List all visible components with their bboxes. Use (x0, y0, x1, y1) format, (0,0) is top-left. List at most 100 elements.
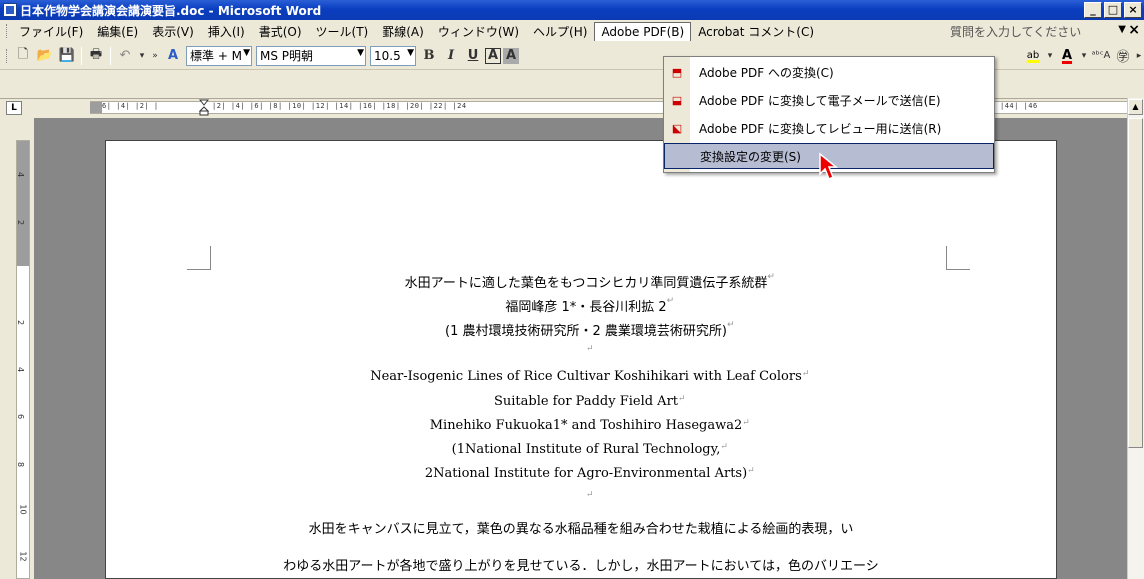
undo-dropdown-icon[interactable]: ▾ (137, 46, 147, 66)
font-color-icon[interactable]: A (1057, 46, 1077, 66)
char-shading-button[interactable]: A (503, 47, 519, 64)
styles-pane-icon[interactable]: A (163, 46, 183, 66)
doc-body-line-1[interactable]: 水田をキャンバスに見立て，葉色の異なる水稲品種を組み合わせた栽植による絵画的表現… (105, 518, 1057, 537)
help-question-input[interactable]: 質問を入力してください (946, 21, 1116, 39)
font-value: MS P明朝 (260, 49, 314, 63)
menu-item-convert-pdf[interactable]: ⬒ Adobe PDF への変換(C) (664, 59, 994, 85)
doc-authors-jp[interactable]: 福岡峰彦 1*・長谷川利拡 2 ↵ (105, 296, 1057, 315)
doc-body-line-2[interactable]: わゆる水田アートが各地で盛り上がりを見せている．しかし，水田アートにおいては，色… (105, 555, 1057, 574)
pdf-mail-icon: ⬓ (671, 93, 683, 107)
word-doc-icon (3, 3, 17, 17)
pdf-icon: ⬒ (671, 65, 683, 79)
undo-icon[interactable]: ↶ (115, 46, 135, 66)
paragraph-mark: ↵ (666, 296, 675, 306)
tab-selector[interactable]: L (6, 101, 22, 115)
vruler-label: 8 (16, 461, 26, 468)
vruler-label: 2 (16, 219, 26, 226)
menu-edit[interactable]: 編集(E) (90, 20, 145, 43)
toolbar-options-icon[interactable]: ▸ (1135, 46, 1143, 66)
menu-window[interactable]: ウィンドウ(W) (431, 20, 526, 43)
font-combo[interactable]: MS P明朝 ▼ (256, 45, 366, 66)
ruler-ticks-left: 6| |4| |2| | (102, 102, 159, 110)
menu-item-convert-review[interactable]: ⬕ Adobe PDF に変換してレビュー用に送信(R) (664, 115, 994, 141)
save-icon[interactable]: 💾 (57, 46, 77, 66)
italic-button[interactable]: I (441, 46, 461, 66)
style-combo[interactable]: 標準 + M ▼ (186, 45, 252, 66)
print-icon[interactable]: 🖶 (86, 46, 106, 66)
menu-format[interactable]: 書式(O) (252, 20, 309, 43)
vruler-label: 10 (18, 504, 28, 515)
vruler-label: 6 (16, 413, 26, 420)
vruler-label: 2 (16, 319, 26, 326)
font-size-value: 10.5 (374, 48, 401, 63)
bold-button[interactable]: B (419, 46, 439, 66)
doc-title-en-1[interactable]: Near-Isogenic Lines of Rice Cultivar Kos… (105, 369, 1057, 384)
paragraph-mark: ↵ (742, 418, 750, 428)
ruler-ticks-main: |2| |4| |6| |8| |10| |12| |14| |16| |18|… (212, 102, 467, 110)
doc-title-en-2[interactable]: Suitable for Paddy Field Art ↵ (105, 394, 1057, 409)
minimize-button[interactable]: _ (1084, 2, 1102, 18)
doc-affil-jp[interactable]: (1 農村環境技術研究所・2 農業環境芸術研究所) ↵ (105, 320, 1057, 339)
close-button[interactable]: × (1124, 2, 1142, 18)
menu-item-label: 変換設定の変更(S) (700, 149, 801, 164)
chevron-down-icon[interactable]: ▾ (1079, 46, 1089, 66)
ruler-ticks-right: |44| |46 (1000, 102, 1038, 110)
crop-mark-top-right (946, 246, 970, 270)
chevron-down-icon[interactable]: ▾ (1045, 46, 1055, 66)
doc-affil-en-2[interactable]: 2National Institute for Agro-Environment… (105, 466, 1057, 481)
new-document-icon[interactable]: 🗋 (13, 46, 33, 66)
phonetic-guide-icon[interactable]: ᵃᵇᶜA (1091, 46, 1111, 66)
menu-acrobat-comment[interactable]: Acrobat コメント(C) (691, 20, 821, 43)
open-folder-icon[interactable]: 📂 (35, 46, 55, 66)
menu-view[interactable]: 表示(V) (145, 20, 201, 43)
char-border-button[interactable]: A (485, 47, 501, 64)
menu-file[interactable]: ファイル(F) (12, 20, 90, 43)
doc-affil-en-1[interactable]: (1National Institute of Rural Technology… (105, 442, 1057, 457)
menu-tools[interactable]: ツール(T) (309, 20, 376, 43)
toolbar-separator (110, 46, 111, 65)
menu-item-convert-email[interactable]: ⬓ Adobe PDF に変換して電子メールで送信(E) (664, 87, 994, 113)
indent-marker-icon[interactable] (199, 99, 209, 116)
font-size-combo[interactable]: 10.5 ▼ (370, 45, 416, 66)
chevron-down-icon[interactable]: ▼ (357, 48, 364, 58)
document-close-button[interactable]: × (1128, 22, 1140, 38)
doc-authors-en[interactable]: Minehiko Fukuoka1* and Toshihiro Hasegaw… (105, 418, 1057, 433)
title-bar: 日本作物学会講演会講演要旨.doc - Microsoft Word _ □ × (0, 0, 1144, 20)
menu-table[interactable]: 罫線(A) (375, 20, 431, 43)
vruler-label: 12 (18, 551, 28, 562)
help-dropdown-icon[interactable]: ▼ (1118, 24, 1126, 35)
window-controls: _ □ × (1084, 2, 1142, 18)
menu-insert[interactable]: 挿入(I) (201, 20, 252, 43)
chevron-down-icon[interactable]: ▼ (243, 48, 250, 58)
chevron-down-icon[interactable]: ▼ (407, 48, 414, 58)
paragraph-mark: ↵ (801, 369, 810, 379)
toolbar-separator (81, 46, 82, 65)
menu-help[interactable]: ヘルプ(H) (526, 20, 594, 43)
toolbar-options-icon[interactable]: » (149, 46, 161, 66)
underline-button[interactable]: U (463, 46, 483, 66)
maximize-button[interactable]: □ (1104, 2, 1122, 18)
enclosed-char-icon[interactable]: ㊫ (1113, 46, 1133, 66)
doc-affil-en-1-text: (1National Institute of Rural Technology… (451, 442, 721, 457)
doc-title-en-1-text: Near-Isogenic Lines of Rice Cultivar Kos… (370, 369, 802, 384)
mouse-cursor-icon (819, 152, 839, 181)
paragraph-mark: ↵ (767, 272, 775, 282)
doc-title-jp-text: 水田アートに適した葉色をもつコシヒカリ準同質遺伝子系統群 (404, 276, 768, 291)
scroll-up-button[interactable]: ▲ (1128, 99, 1143, 115)
paragraph-mark: ↵ (678, 394, 686, 404)
vertical-ruler-margin (17, 141, 29, 266)
paragraph-mark: ↵ (586, 344, 594, 354)
scroll-thumb[interactable] (1128, 118, 1143, 448)
menu-adobe-pdf[interactable]: Adobe PDF(B) (594, 21, 692, 41)
doc-authors-jp-text: 福岡峰彦 1*・長谷川利拡 2 (505, 300, 667, 315)
toolbar-grip[interactable] (6, 48, 12, 63)
highlight-icon[interactable]: ab (1023, 46, 1043, 66)
doc-title-jp[interactable]: 水田アートに適した葉色をもつコシヒカリ準同質遺伝子系統群 ↵ (105, 272, 1057, 291)
ruler-margin (90, 102, 102, 113)
crop-mark-top-left (187, 246, 211, 270)
vruler-label: 4 (16, 366, 26, 373)
menu-item-label: Adobe PDF に変換して電子メールで送信(E) (699, 93, 941, 108)
doc-affil-jp-text: (1 農村環境技術研究所・2 農業環境芸術研究所) (445, 324, 727, 339)
document-page[interactable] (105, 140, 1057, 579)
pdf-review-icon: ⬕ (671, 121, 683, 135)
